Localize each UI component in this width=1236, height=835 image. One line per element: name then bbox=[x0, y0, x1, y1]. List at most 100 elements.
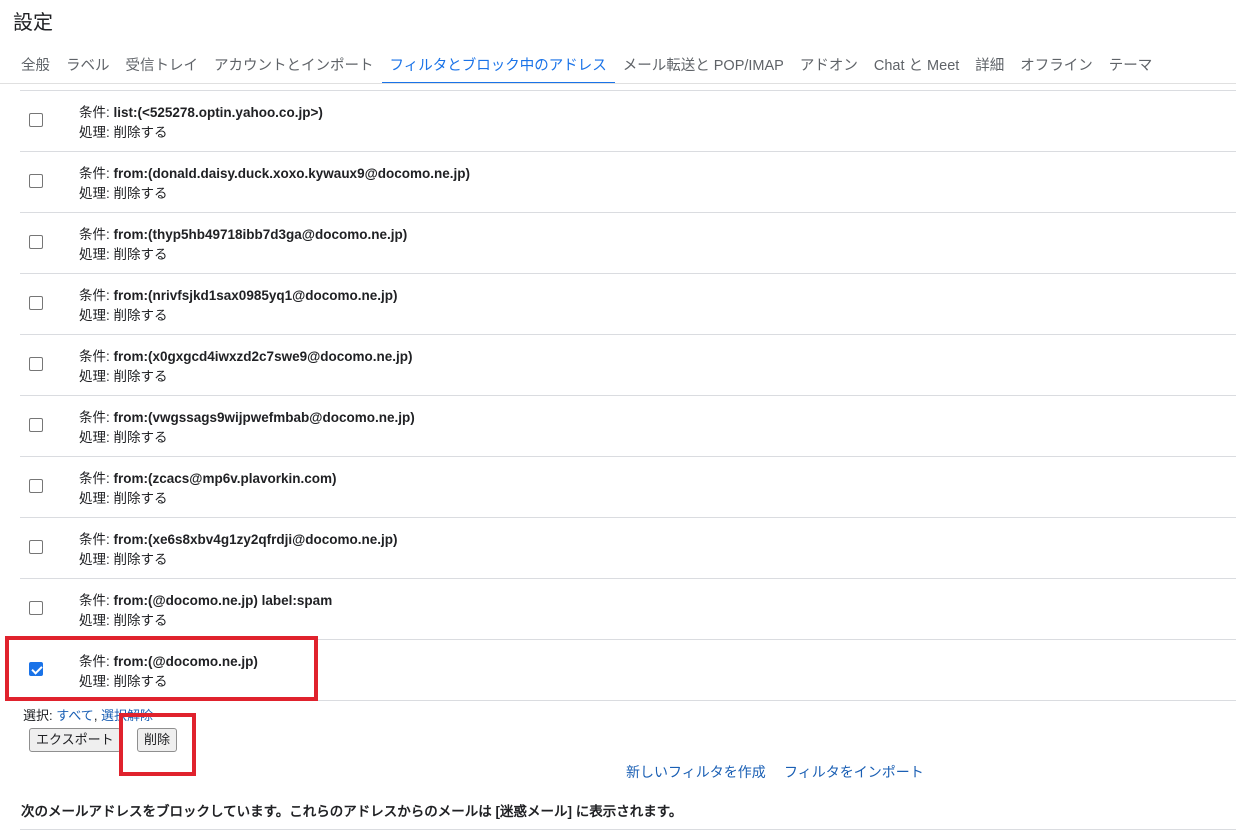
filter-checkbox[interactable] bbox=[29, 540, 43, 554]
filter-action-line: 処理: 削除する bbox=[79, 184, 470, 204]
filter-action-line: 処理: 削除する bbox=[79, 428, 415, 448]
filter-row: 条件: list:(<525278.optin.yahoo.co.jp>) 処理:… bbox=[20, 90, 1236, 151]
filter-description: 条件: from:(@docomo.ne.jp) label:spam 処理: 削… bbox=[79, 591, 332, 631]
filter-checkbox-cell bbox=[20, 213, 78, 273]
filter-row: 条件: from:(xe6s8xbv4g1zy2qfrdji@docomo.ne… bbox=[20, 517, 1236, 578]
filter-criteria: from:(x0gxgcd4iwxzd2c7swe9@docomo.ne.jp) bbox=[113, 349, 413, 364]
filter-action-line: 処理: 削除する bbox=[79, 550, 398, 570]
criteria-label: 条件: bbox=[79, 349, 114, 364]
filter-criteria: list:(<525278.optin.yahoo.co.jp>) bbox=[113, 105, 323, 120]
action-label: 処理: bbox=[79, 552, 114, 567]
filter-row: 条件: from:(thyp5hb49718ibb7d3ga@docomo.ne… bbox=[20, 212, 1236, 273]
filter-checkbox-cell bbox=[20, 335, 78, 395]
filter-criteria-line: 条件: list:(<525278.optin.yahoo.co.jp>) bbox=[79, 103, 323, 123]
blocked-section-divider bbox=[20, 829, 1236, 830]
filter-action: 削除する bbox=[113, 552, 168, 567]
filter-criteria-line: 条件: from:(xe6s8xbv4g1zy2qfrdji@docomo.ne… bbox=[79, 530, 398, 550]
filter-action: 削除する bbox=[113, 613, 168, 628]
filter-action: 削除する bbox=[113, 491, 168, 506]
action-label: 処理: bbox=[79, 613, 114, 628]
filter-action: 削除する bbox=[113, 308, 168, 323]
tab-4[interactable]: フィルタとブロック中のアドレス bbox=[381, 50, 615, 84]
action-label: 処理: bbox=[79, 430, 114, 445]
filter-row: 条件: from:(zcacs@mp6v.plavorkin.com) 処理: 削… bbox=[20, 456, 1236, 517]
filter-row: 条件: from:(@docomo.ne.jp) label:spam 処理: 削… bbox=[20, 578, 1236, 639]
criteria-label: 条件: bbox=[79, 105, 114, 120]
action-label: 処理: bbox=[79, 186, 114, 201]
selection-prefix: 選択: bbox=[23, 708, 57, 723]
filter-checkbox-cell bbox=[20, 518, 78, 578]
filter-checkbox[interactable] bbox=[29, 113, 43, 127]
tab-1[interactable]: ラベル bbox=[58, 50, 118, 84]
import-filter-link-wrap: フィルタをインポート bbox=[784, 762, 924, 782]
filter-criteria-line: 条件: from:(vwgssags9wijpwefmbab@docomo.ne… bbox=[79, 408, 415, 428]
tab-7[interactable]: Chat と Meet bbox=[866, 50, 967, 84]
filter-checkbox[interactable] bbox=[29, 357, 43, 371]
filter-checkbox[interactable] bbox=[29, 174, 43, 188]
annotation-highlight-checked-filter bbox=[5, 636, 318, 701]
filter-criteria-line: 条件: from:(zcacs@mp6v.plavorkin.com) bbox=[79, 469, 337, 489]
tab-9[interactable]: オフライン bbox=[1012, 50, 1101, 84]
tab-3[interactable]: アカウントとインポート bbox=[206, 50, 382, 84]
tab-8[interactable]: 詳細 bbox=[967, 50, 1012, 84]
filter-action: 削除する bbox=[113, 430, 168, 445]
create-new-filter-link[interactable]: 新しいフィルタを作成 bbox=[626, 764, 766, 780]
filter-criteria: from:(xe6s8xbv4g1zy2qfrdji@docomo.ne.jp) bbox=[113, 532, 398, 547]
filter-checkbox[interactable] bbox=[29, 479, 43, 493]
tab-5[interactable]: メール転送と POP/IMAP bbox=[615, 50, 792, 84]
filter-checkbox[interactable] bbox=[29, 296, 43, 310]
filter-checkbox[interactable] bbox=[29, 601, 43, 615]
filter-criteria-line: 条件: from:(@docomo.ne.jp) label:spam bbox=[79, 591, 332, 611]
import-filters-link[interactable]: フィルタをインポート bbox=[784, 764, 924, 780]
criteria-label: 条件: bbox=[79, 166, 114, 181]
filter-criteria: from:(@docomo.ne.jp) label:spam bbox=[113, 593, 333, 608]
filter-action: 削除する bbox=[113, 186, 168, 201]
filter-list: 条件: list:(<525278.optin.yahoo.co.jp>) 処理:… bbox=[20, 90, 1236, 700]
filter-description: 条件: from:(xe6s8xbv4g1zy2qfrdji@docomo.ne… bbox=[79, 530, 398, 570]
export-button[interactable]: エクスポート bbox=[29, 728, 121, 752]
filter-description: 条件: from:(donald.daisy.duck.xoxo.kywaux9… bbox=[79, 164, 470, 204]
filter-checkbox[interactable] bbox=[29, 418, 43, 432]
tab-6[interactable]: アドオン bbox=[792, 50, 866, 84]
tab-0[interactable]: 全般 bbox=[13, 50, 58, 84]
action-label: 処理: bbox=[79, 247, 114, 262]
blocked-addresses-notice: 次のメールアドレスをブロックしています。これらのアドレスからのメールは [迷惑メ… bbox=[21, 804, 683, 819]
filter-criteria: from:(vwgssags9wijpwefmbab@docomo.ne.jp) bbox=[113, 410, 415, 425]
select-all-link[interactable]: すべて bbox=[56, 708, 94, 723]
filter-description: 条件: list:(<525278.optin.yahoo.co.jp>) 処理:… bbox=[79, 103, 323, 143]
filter-action: 削除する bbox=[113, 125, 168, 140]
filter-checkbox-cell bbox=[20, 579, 78, 639]
tab-10[interactable]: テーマ bbox=[1101, 50, 1161, 84]
filter-criteria-line: 条件: from:(donald.daisy.duck.xoxo.kywaux9… bbox=[79, 164, 470, 184]
new-filter-link-wrap: 新しいフィルタを作成 bbox=[626, 762, 766, 782]
tab-2[interactable]: 受信トレイ bbox=[118, 50, 207, 84]
filter-criteria: from:(donald.daisy.duck.xoxo.kywaux9@doc… bbox=[113, 166, 470, 181]
filter-checkbox[interactable] bbox=[29, 235, 43, 249]
filter-action-line: 処理: 削除する bbox=[79, 123, 323, 143]
criteria-label: 条件: bbox=[79, 532, 114, 547]
filter-criteria: from:(thyp5hb49718ibb7d3ga@docomo.ne.jp) bbox=[113, 227, 408, 242]
action-label: 処理: bbox=[79, 491, 114, 506]
criteria-label: 条件: bbox=[79, 471, 114, 486]
action-label: 処理: bbox=[79, 369, 114, 384]
filter-row: 条件: from:(vwgssags9wijpwefmbab@docomo.ne… bbox=[20, 395, 1236, 456]
filter-action-line: 処理: 削除する bbox=[79, 367, 413, 387]
filter-row: 条件: from:(donald.daisy.duck.xoxo.kywaux9… bbox=[20, 151, 1236, 212]
filter-action-line: 処理: 削除する bbox=[79, 611, 332, 631]
filter-action-line: 処理: 削除する bbox=[79, 245, 407, 265]
filter-description: 条件: from:(thyp5hb49718ibb7d3ga@docomo.ne… bbox=[79, 225, 407, 265]
filter-checkbox-cell bbox=[20, 91, 78, 151]
action-label: 処理: bbox=[79, 125, 114, 140]
filter-criteria-line: 条件: from:(nrivfsjkd1sax0985yq1@docomo.ne… bbox=[79, 286, 398, 306]
filter-action-line: 処理: 削除する bbox=[79, 489, 337, 509]
filter-action-line: 処理: 削除する bbox=[79, 306, 398, 326]
filter-checkbox-cell bbox=[20, 396, 78, 456]
filter-checkbox-cell bbox=[20, 457, 78, 517]
filter-criteria: from:(nrivfsjkd1sax0985yq1@docomo.ne.jp) bbox=[113, 288, 398, 303]
action-label: 処理: bbox=[79, 308, 114, 323]
criteria-label: 条件: bbox=[79, 227, 114, 242]
selection-separator: , bbox=[93, 708, 102, 723]
filter-row: 条件: from:(x0gxgcd4iwxzd2c7swe9@docomo.ne… bbox=[20, 334, 1236, 395]
filter-action: 削除する bbox=[113, 369, 168, 384]
tabs-divider bbox=[0, 83, 1236, 84]
